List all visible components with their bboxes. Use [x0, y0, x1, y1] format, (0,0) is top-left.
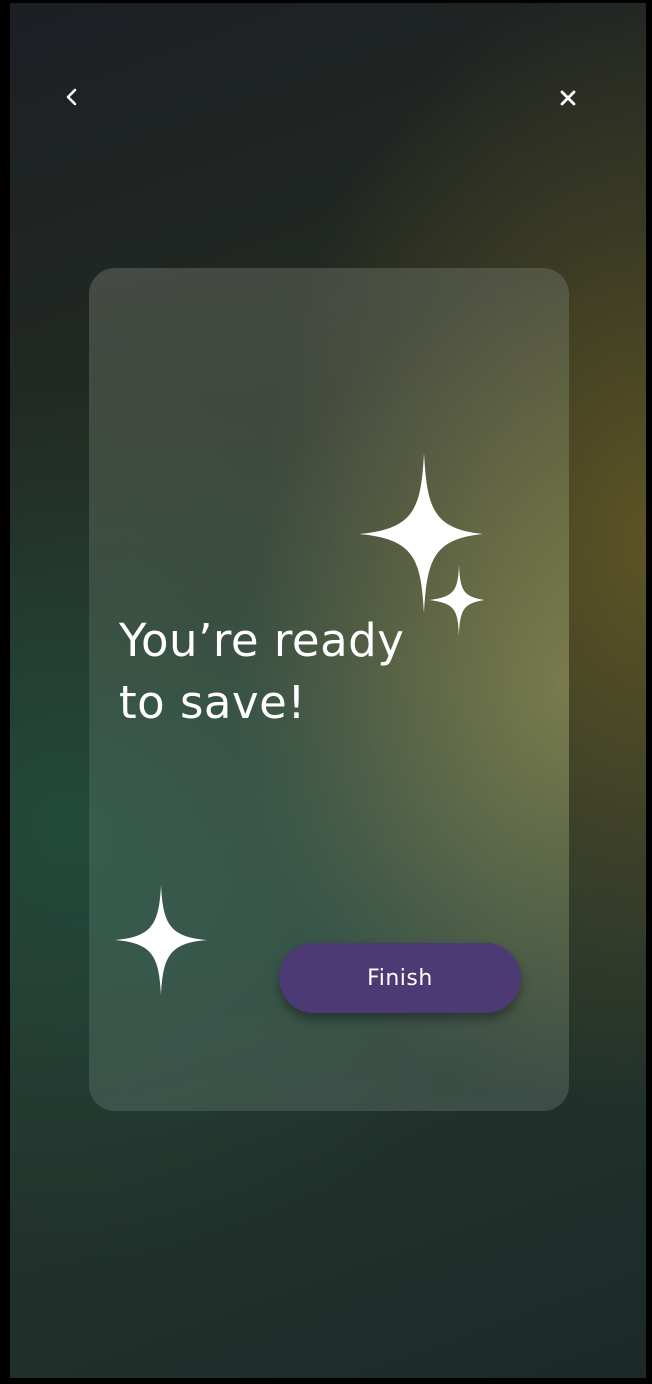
chevron-left-icon: [66, 88, 77, 106]
finish-button[interactable]: Finish: [279, 943, 521, 1013]
close-icon: [560, 90, 576, 106]
sparkle-icon: [115, 885, 207, 995]
page-title: You’re ready to save!: [119, 610, 479, 734]
app-screen: You’re ready to save! Finish: [10, 3, 646, 1378]
headline-line-1: You’re ready: [119, 614, 405, 667]
headline-line-2: to save!: [119, 676, 306, 729]
back-button[interactable]: [50, 75, 94, 119]
close-button[interactable]: [546, 76, 590, 120]
success-card: You’re ready to save! Finish: [89, 268, 569, 1111]
